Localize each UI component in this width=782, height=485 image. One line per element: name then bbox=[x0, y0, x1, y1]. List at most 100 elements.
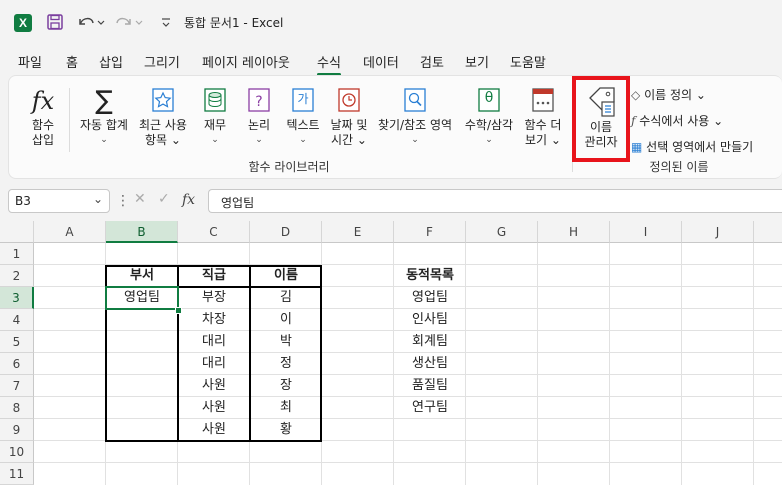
cancel-icon[interactable]: ✕ bbox=[134, 191, 146, 207]
insert-function-fx-icon[interactable]: fx bbox=[182, 192, 195, 208]
chevron-down-icon[interactable]: ⌄ bbox=[93, 192, 103, 206]
row-header-10[interactable]: 10 bbox=[0, 441, 34, 463]
tab-data[interactable]: 데이터 bbox=[363, 52, 399, 71]
row-header-11[interactable]: 11 bbox=[0, 463, 34, 485]
date-time-button[interactable]: 날짜 및 시간 ⌄ bbox=[327, 86, 371, 148]
cell-d4[interactable]: 이 bbox=[250, 309, 322, 331]
chevron-down-icon: ⌄ bbox=[485, 135, 493, 145]
grid-small-icon: ▦ bbox=[631, 140, 643, 154]
tab-formulas[interactable]: 수식 bbox=[317, 52, 341, 76]
column-header-b[interactable]: B bbox=[106, 221, 178, 243]
logical-button[interactable]: ? 논리 ⌄ bbox=[239, 86, 279, 148]
table-header-rank[interactable]: 직급 bbox=[178, 265, 250, 287]
insert-function-button[interactable]: fx 함수 삽입 bbox=[23, 86, 63, 148]
cell-c8[interactable]: 사원 bbox=[178, 397, 250, 419]
date-time-label-1: 날짜 및 bbox=[330, 118, 368, 132]
recently-used-button[interactable]: 최근 사용 항목 ⌄ bbox=[135, 86, 191, 148]
column-header-c[interactable]: C bbox=[178, 221, 250, 243]
cell-c7[interactable]: 사원 bbox=[178, 375, 250, 397]
tab-page-layout[interactable]: 페이지 레이아웃 bbox=[202, 52, 290, 71]
tab-insert[interactable]: 삽입 bbox=[99, 52, 123, 71]
formula-input[interactable]: 영업팀 bbox=[208, 189, 782, 213]
redo-icon[interactable] bbox=[114, 13, 144, 33]
separator bbox=[69, 88, 70, 152]
cell-f4[interactable]: 인사팀 bbox=[394, 309, 466, 331]
row-header-2[interactable]: 2 bbox=[0, 265, 34, 287]
cell-d9[interactable]: 황 bbox=[250, 419, 322, 441]
tab-file[interactable]: 파일 bbox=[18, 52, 42, 71]
column-header-j[interactable]: J bbox=[682, 221, 754, 243]
cell-c4[interactable]: 차장 bbox=[178, 309, 250, 331]
column-header-e[interactable]: E bbox=[322, 221, 394, 243]
undo-icon[interactable] bbox=[76, 13, 106, 33]
formula-small-icon: ƒ bbox=[631, 114, 636, 128]
row-header-1[interactable]: 1 bbox=[0, 243, 34, 265]
text-functions-button[interactable]: 가 텍스트 ⌄ bbox=[281, 86, 325, 148]
row-header-3[interactable]: 3 bbox=[0, 287, 34, 309]
cell-d8[interactable]: 최 bbox=[250, 397, 322, 419]
text-icon: 가 bbox=[292, 86, 314, 116]
cell-f7[interactable]: 품질팀 bbox=[394, 375, 466, 397]
tab-help[interactable]: 도움말 bbox=[510, 52, 546, 71]
define-name-button[interactable]: ◇ 이름 정의 ⌄ bbox=[631, 86, 706, 103]
tab-view[interactable]: 보기 bbox=[465, 52, 489, 71]
tab-home[interactable]: 홈 bbox=[66, 52, 78, 71]
table-header-name[interactable]: 이름 bbox=[250, 265, 322, 287]
cell-d3[interactable]: 김 bbox=[250, 287, 322, 309]
row-header-9[interactable]: 9 bbox=[0, 419, 34, 441]
select-all-corner[interactable] bbox=[0, 221, 34, 243]
column-header-f[interactable]: F bbox=[394, 221, 466, 243]
name-box[interactable]: B3 ⌄ bbox=[8, 189, 110, 213]
financial-button[interactable]: 재무 ⌄ bbox=[195, 86, 235, 148]
cell-f5[interactable]: 회계팀 bbox=[394, 331, 466, 353]
cell-c6[interactable]: 대리 bbox=[178, 353, 250, 375]
highlight-box bbox=[572, 76, 630, 162]
autosum-label: 자동 합계 bbox=[80, 118, 128, 132]
cell-c3[interactable]: 부장 bbox=[178, 287, 250, 309]
more-functions-label-2: 보기 ⌄ bbox=[525, 133, 561, 147]
column-header-g[interactable]: G bbox=[466, 221, 538, 243]
row-header-6[interactable]: 6 bbox=[0, 353, 34, 375]
column-header-k[interactable] bbox=[754, 221, 782, 243]
column-header-h[interactable]: H bbox=[538, 221, 610, 243]
cell-f3[interactable]: 영업팀 bbox=[394, 287, 466, 309]
dynamic-list-header[interactable]: 동적목록 bbox=[394, 265, 466, 287]
cell-f8[interactable]: 연구팀 bbox=[394, 397, 466, 419]
save-icon[interactable] bbox=[46, 13, 64, 33]
cell-d6[interactable]: 정 bbox=[250, 353, 322, 375]
tab-draw[interactable]: 그리기 bbox=[144, 52, 180, 71]
name-box-value: B3 bbox=[15, 194, 31, 208]
column-header-d[interactable]: D bbox=[250, 221, 322, 243]
row-header-5[interactable]: 5 bbox=[0, 331, 34, 353]
lookup-reference-button[interactable]: 찾기/참조 영역 ⌄ bbox=[373, 86, 457, 148]
cell-c5[interactable]: 대리 bbox=[178, 331, 250, 353]
spreadsheet-grid: A B C D E F G H I J 1 2 3 4 5 6 7 8 9 10… bbox=[0, 221, 782, 485]
fill-handle[interactable] bbox=[175, 307, 182, 314]
customize-icon[interactable] bbox=[160, 13, 172, 33]
tab-review[interactable]: 검토 bbox=[420, 52, 444, 71]
enter-check-icon[interactable]: ✓ bbox=[158, 191, 170, 207]
gridline bbox=[537, 243, 538, 485]
row-header-7[interactable]: 7 bbox=[0, 375, 34, 397]
cell-d7[interactable]: 장 bbox=[250, 375, 322, 397]
table-header-dept[interactable]: 부서 bbox=[106, 265, 178, 287]
more-options-icon[interactable]: ⋮ bbox=[116, 193, 130, 209]
column-header-i[interactable]: I bbox=[610, 221, 682, 243]
use-in-formula-button[interactable]: ƒ 수식에서 사용 ⌄ bbox=[631, 112, 723, 129]
excel-logo: X bbox=[14, 14, 32, 32]
math-trig-button[interactable]: θ 수학/삼각 ⌄ bbox=[459, 86, 519, 148]
row-header-4[interactable]: 4 bbox=[0, 309, 34, 331]
gridline bbox=[609, 243, 610, 485]
date-time-label-2: 시간 ⌄ bbox=[331, 133, 367, 147]
cell-d5[interactable]: 박 bbox=[250, 331, 322, 353]
cell-c9[interactable]: 사원 bbox=[178, 419, 250, 441]
column-header-a[interactable]: A bbox=[34, 221, 106, 243]
create-from-selection-label: 선택 영역에서 만들기 bbox=[646, 140, 754, 154]
gridline bbox=[753, 243, 754, 485]
star-icon bbox=[152, 86, 174, 116]
row-header-8[interactable]: 8 bbox=[0, 397, 34, 419]
more-functions-button[interactable]: 함수 더 보기 ⌄ bbox=[521, 86, 565, 148]
create-from-selection-button[interactable]: ▦ 선택 영역에서 만들기 bbox=[631, 138, 753, 155]
autosum-button[interactable]: ∑ 자동 합계 ⌄ bbox=[75, 86, 133, 148]
cell-f6[interactable]: 생산팀 bbox=[394, 353, 466, 375]
